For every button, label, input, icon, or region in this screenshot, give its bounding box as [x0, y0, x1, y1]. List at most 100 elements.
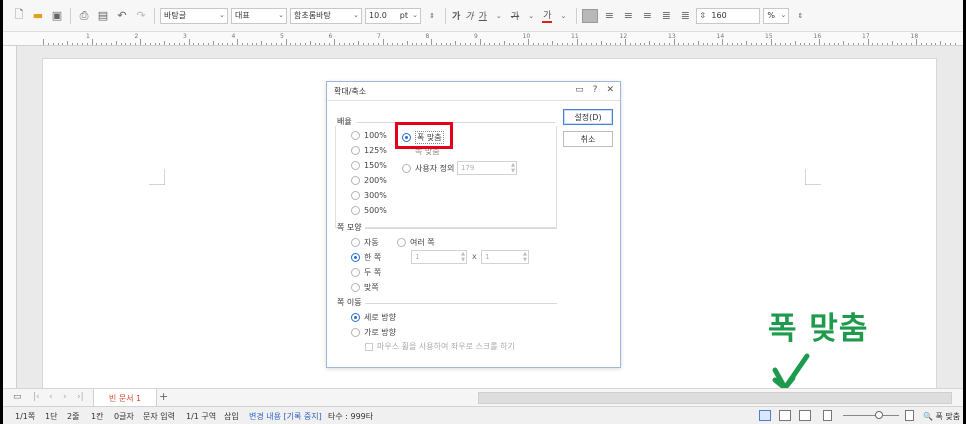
status-mode[interactable]: 문자 입력: [143, 411, 175, 422]
strike-button[interactable]: 가: [510, 9, 520, 22]
radio-150[interactable]: 150%: [351, 161, 387, 170]
prev-tab-icon[interactable]: ‹: [49, 392, 53, 402]
view-normal-icon[interactable]: [759, 410, 771, 421]
style-select[interactable]: 바탕글 ⌄: [160, 7, 228, 24]
print-preview-icon[interactable]: ▤: [95, 8, 111, 24]
close-icon[interactable]: ✕: [606, 85, 614, 95]
ruler-tick: [416, 43, 418, 45]
redo-icon[interactable]: ↷: [133, 8, 149, 24]
view-fit-icon[interactable]: [799, 410, 811, 421]
font-size-stepper-icon[interactable]: ⇕: [424, 8, 440, 24]
font-size-select[interactable]: 10.0 pt ⌄: [365, 7, 421, 24]
font-name-select[interactable]: 함초롬바탕 ⌄: [290, 7, 362, 24]
radio-500[interactable]: 500%: [351, 206, 387, 215]
zoom-slider-track[interactable]: [843, 415, 899, 416]
align-distribute-icon[interactable]: ≣: [658, 8, 674, 24]
zoom-out-icon[interactable]: [823, 410, 832, 421]
undo-icon[interactable]: ↶: [114, 8, 130, 24]
radio-multi-page[interactable]: 여러 쪽: [397, 237, 435, 248]
cols-spinner[interactable]: 1 ▲ ▼: [481, 250, 529, 264]
custom-ratio-spinner[interactable]: 179 ▲ ▼: [457, 161, 517, 175]
view-multi-icon[interactable]: [779, 410, 791, 421]
font-color-button[interactable]: 가: [542, 8, 553, 23]
ruler-tick: [319, 43, 321, 45]
ruler-tick: [940, 41, 942, 45]
radio-horizontal[interactable]: 가로 방향: [351, 327, 396, 338]
align-justify-icon[interactable]: [582, 8, 599, 23]
chevron-down-icon[interactable]: ⌄: [523, 8, 539, 24]
help-panel-icon[interactable]: ▭: [575, 85, 584, 95]
ruler-tick: [508, 43, 510, 45]
ruler-tick: [906, 43, 908, 45]
spinner-arrows-icon[interactable]: ▲ ▼: [523, 251, 527, 263]
spinner-arrows-icon[interactable]: ▲ ▼: [511, 162, 515, 174]
radio-200[interactable]: 200%: [351, 176, 387, 185]
radio-auto[interactable]: 자동: [351, 237, 379, 248]
ruler-tick: [586, 43, 588, 45]
toolbar-divider: [445, 7, 446, 24]
line-spacing-select[interactable]: ⇳ 160: [696, 7, 761, 24]
ruler-tick: [862, 43, 864, 45]
zoom-slider-knob[interactable]: [875, 411, 883, 419]
bold-button[interactable]: 가: [451, 9, 461, 22]
print-icon[interactable]: ⎙: [76, 8, 92, 24]
align-left-icon[interactable]: ≡: [601, 8, 617, 24]
align-right-icon[interactable]: ≡: [639, 8, 655, 24]
first-tab-icon[interactable]: |‹: [33, 392, 40, 402]
font-lang-select[interactable]: 대표 ⌄: [231, 7, 287, 24]
zoom-in-icon[interactable]: [905, 410, 914, 421]
status-chars: 0글자: [114, 412, 134, 421]
zoom-fit-status[interactable]: 🔍 폭 맞춤: [923, 411, 960, 422]
rows-spinner[interactable]: 1 ▲ ▼: [411, 250, 467, 264]
cancel-button[interactable]: 취소: [563, 131, 613, 147]
align-center-icon[interactable]: ≡: [620, 8, 636, 24]
underline-button[interactable]: 가: [478, 9, 488, 22]
radio-custom[interactable]: 사용자 정의: [402, 163, 454, 174]
document-tab-bar: ▭ |‹ ‹ › ›| 빈 문서 1 +: [3, 388, 963, 407]
mouse-wheel-checkbox[interactable]: 마우스 휠을 사용하여 좌우로 스크롤 하기: [365, 341, 515, 352]
radio-one-page[interactable]: 한 쪽: [351, 252, 381, 263]
horizontal-scrollbar[interactable]: [478, 392, 952, 404]
vertical-ruler[interactable]: [3, 46, 17, 388]
radio-vertical[interactable]: 세로 방향: [351, 312, 396, 323]
last-tab-icon[interactable]: ›|: [77, 392, 84, 402]
radio-100[interactable]: 100%: [351, 131, 387, 140]
ruler-tick: [91, 39, 93, 45]
ruler-tick: [120, 43, 122, 45]
ruler-tick: [610, 43, 612, 45]
chevron-down-icon[interactable]: ⌄: [491, 8, 507, 24]
help-icon[interactable]: ?: [593, 85, 598, 95]
chevron-down-icon[interactable]: ⌄: [555, 8, 571, 24]
ruler-tick: [261, 41, 263, 45]
line-spacing-stepper-icon[interactable]: ⇕: [792, 8, 808, 24]
radio-125[interactable]: 125%: [351, 146, 387, 155]
set-button[interactable]: 설정(D): [563, 109, 613, 125]
open-folder-icon[interactable]: ▬: [30, 8, 46, 24]
radio-book[interactable]: 맞쪽: [351, 282, 379, 293]
status-insert[interactable]: 삽입: [224, 411, 239, 422]
dialog-title-bar[interactable]: 확대/축소 ▭ ? ✕: [327, 82, 620, 101]
ruler-tick: [86, 43, 88, 45]
ruler-tick: [183, 43, 185, 45]
chevron-down-icon: ⌄: [278, 10, 284, 19]
radio-300[interactable]: 300%: [351, 191, 387, 200]
save-icon[interactable]: ▣: [49, 8, 65, 24]
horizontal-ruler[interactable]: 1 2 3 4 5 6 7 8 9 10 11 12 13 14 15 16 17 18: [3, 32, 963, 46]
spinner-arrows-icon[interactable]: ▲ ▼: [461, 251, 465, 263]
ruler-tick: [372, 43, 374, 45]
page-view-icon[interactable]: ▭: [13, 392, 22, 402]
ruler-tick: [440, 43, 442, 45]
line-spacing-unit-select[interactable]: % ⌄: [763, 7, 790, 24]
italic-button[interactable]: 가: [464, 9, 474, 22]
ruler-tick: [702, 43, 704, 45]
ruler-tick: [620, 43, 622, 45]
add-tab-button[interactable]: +: [159, 390, 168, 403]
align-divide-icon[interactable]: ≣: [677, 8, 693, 24]
radio-two-page[interactable]: 두 쪽: [351, 267, 381, 278]
new-document-icon[interactable]: 🗋: [11, 8, 27, 24]
ruler-tick: [751, 43, 753, 45]
status-track[interactable]: 변경 내용 [기록 중지]: [249, 411, 322, 422]
tab-empty-doc[interactable]: 빈 문서 1: [93, 389, 157, 407]
ruler-tick: [198, 43, 200, 45]
next-tab-icon[interactable]: ›: [63, 392, 67, 402]
